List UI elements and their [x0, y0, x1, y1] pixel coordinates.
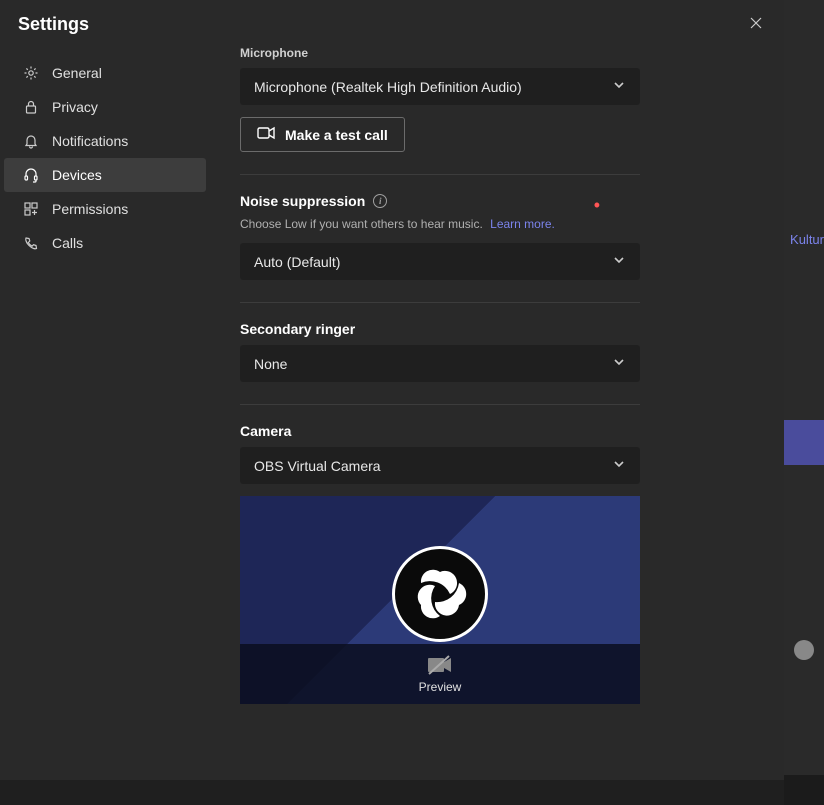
camera-heading: Camera — [240, 423, 754, 439]
bell-icon — [22, 132, 40, 150]
secondary-ringer-select[interactable]: None — [240, 345, 640, 382]
headset-icon — [22, 166, 40, 184]
camera-value: OBS Virtual Camera — [254, 458, 381, 474]
noise-value: Auto (Default) — [254, 254, 340, 270]
chevron-down-icon — [612, 253, 626, 270]
settings-dialog: Settings General Privacy — [0, 0, 784, 780]
camera-select[interactable]: OBS Virtual Camera — [240, 447, 640, 484]
camera-preview: Preview — [240, 496, 640, 704]
indicator-dot: • — [594, 196, 600, 214]
close-button[interactable] — [746, 12, 766, 36]
section-divider — [240, 174, 640, 175]
secondary-ringer-heading: Secondary ringer — [240, 321, 754, 337]
settings-content: Microphone Microphone (Realtek High Defi… — [210, 46, 784, 780]
chevron-down-icon — [612, 457, 626, 474]
sidebar-item-notifications[interactable]: Notifications — [4, 124, 206, 158]
sidebar-label: Permissions — [52, 201, 128, 217]
sidebar-item-calls[interactable]: Calls — [4, 226, 206, 260]
sidebar-item-devices[interactable]: Devices — [4, 158, 206, 192]
info-icon[interactable]: i — [373, 194, 387, 208]
noise-suppression-select[interactable]: Auto (Default) — [240, 243, 640, 280]
camera-off-icon — [426, 654, 454, 676]
gear-icon — [22, 64, 40, 82]
settings-sidebar: General Privacy Notifications Devices — [0, 46, 210, 780]
secondary-ringer-value: None — [254, 356, 287, 372]
sidebar-label: Calls — [52, 235, 83, 251]
sidebar-label: General — [52, 65, 102, 81]
sidebar-label: Notifications — [52, 133, 128, 149]
test-call-label: Make a test call — [285, 127, 388, 143]
chevron-down-icon — [612, 355, 626, 372]
obs-logo — [392, 546, 488, 642]
close-icon — [750, 17, 762, 29]
dialog-title: Settings — [18, 14, 89, 35]
sidebar-item-privacy[interactable]: Privacy — [4, 90, 206, 124]
sidebar-label: Privacy — [52, 99, 98, 115]
section-divider — [240, 404, 640, 405]
sidebar-label: Devices — [52, 167, 102, 183]
background-avatar — [794, 640, 814, 660]
preview-label: Preview — [419, 680, 462, 694]
section-divider — [240, 302, 640, 303]
sidebar-item-general[interactable]: General — [4, 56, 206, 90]
background-link: Kultur — [790, 232, 824, 247]
test-call-icon — [257, 126, 275, 143]
learn-more-link[interactable]: Learn more. — [490, 217, 555, 231]
noise-description: Choose Low if you want others to hear mu… — [240, 217, 754, 231]
microphone-label: Microphone — [240, 46, 754, 60]
sidebar-item-permissions[interactable]: Permissions — [4, 192, 206, 226]
make-test-call-button[interactable]: Make a test call — [240, 117, 405, 152]
microphone-value: Microphone (Realtek High Definition Audi… — [254, 79, 522, 95]
chevron-down-icon — [612, 78, 626, 95]
preview-overlay: Preview — [240, 644, 640, 704]
apps-icon — [22, 200, 40, 218]
phone-icon — [22, 234, 40, 252]
noise-suppression-heading: Noise suppression i — [240, 193, 387, 209]
microphone-select[interactable]: Microphone (Realtek High Definition Audi… — [240, 68, 640, 105]
lock-icon — [22, 98, 40, 116]
